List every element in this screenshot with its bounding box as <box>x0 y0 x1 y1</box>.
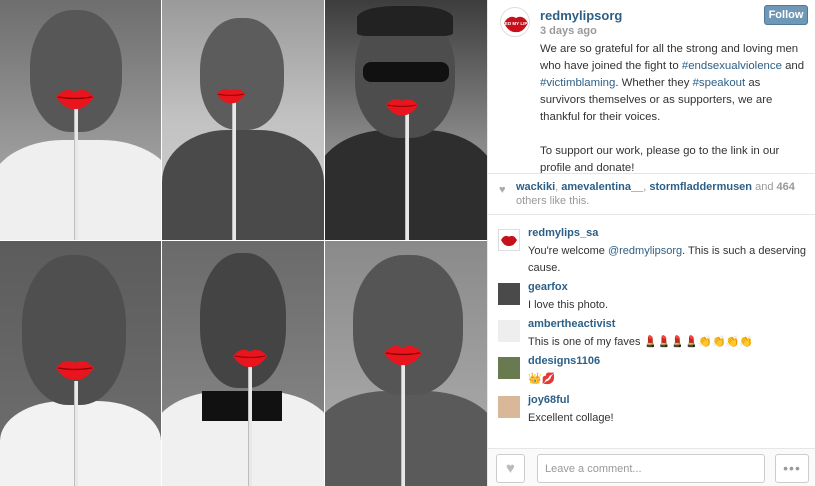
caption-text: To support our work, please go to the li… <box>540 145 780 174</box>
comments-list: redmylips_sa You're welcome @redmylipsor… <box>488 224 815 448</box>
comment-composer: ♥ ••• <box>488 448 815 486</box>
red-my-lips-logo: RED MY LIPS <box>502 16 530 33</box>
liker-link[interactable]: amevalentina__ <box>561 181 643 193</box>
hashtag-link[interactable]: #endsexualviolence <box>682 60 782 72</box>
likes-suffix: others like this. <box>516 195 590 207</box>
red-lips-icon <box>232 349 268 367</box>
likes-summary: ♥ wackiki, amevalentina__, stormfladderm… <box>488 173 815 215</box>
post-header: RED MY LIPS redmylipsorg 3 days ago Foll… <box>488 0 815 174</box>
red-lips-icon <box>216 88 246 104</box>
avatar[interactable] <box>498 283 520 305</box>
post-username[interactable]: redmylipsorg <box>540 8 622 23</box>
comment-item: joy68ful Excellent collage! <box>498 394 808 430</box>
likes-count[interactable]: 464 <box>777 181 795 193</box>
red-lips-icon <box>56 360 94 381</box>
comment-text: I love this photo. <box>528 299 609 311</box>
comment-item: redmylips_sa You're welcome @redmylipsor… <box>498 227 808 275</box>
collage-photo-3 <box>325 0 487 240</box>
comment-text: You're welcome @redmylipsorg. This is su… <box>528 243 810 277</box>
comment-username[interactable]: ambertheactivist <box>528 318 615 330</box>
collage-photo-6 <box>325 241 487 486</box>
comment-item: gearfox I love this photo. <box>498 281 808 317</box>
collage-photo-5 <box>162 241 324 486</box>
post-caption: We are so grateful for all the strong an… <box>540 41 808 194</box>
photo-collage[interactable] <box>0 0 487 486</box>
red-my-lips-logo <box>501 235 517 247</box>
collage-photo-1 <box>0 0 161 240</box>
collage-photo-2 <box>162 0 324 240</box>
ellipsis-icon: ••• <box>783 460 801 476</box>
collage-photo-4 <box>0 241 161 486</box>
comment-text: 👑💋 <box>528 373 556 385</box>
liker-link[interactable]: stormfladdermusen <box>649 181 752 193</box>
svg-text:RED MY LIPS: RED MY LIPS <box>502 21 530 26</box>
hashtag-link[interactable]: #speakout <box>693 77 746 89</box>
hashtag-link[interactable]: #victimblaming <box>540 77 615 89</box>
red-lips-icon <box>384 345 422 366</box>
avatar[interactable] <box>498 396 520 418</box>
heart-icon: ♥ <box>506 460 515 477</box>
avatar[interactable] <box>498 229 520 251</box>
avatar[interactable]: RED MY LIPS <box>500 7 530 37</box>
comment-username[interactable]: redmylips_sa <box>528 227 598 239</box>
separator: and <box>752 181 777 193</box>
comment-username[interactable]: gearfox <box>528 281 568 293</box>
avatar[interactable] <box>498 357 520 379</box>
avatar[interactable] <box>498 320 520 342</box>
heart-icon: ♥ <box>499 184 506 196</box>
mention-link[interactable]: @redmylipsorg <box>608 245 682 257</box>
comment-item: ambertheactivist This is one of my faves… <box>498 318 808 354</box>
post-timestamp[interactable]: 3 days ago <box>540 25 597 37</box>
caption-text: . Whether they <box>615 77 693 89</box>
comment-text: This is one of my faves 💄💄💄💄👏👏👏👏 <box>528 336 754 348</box>
comment-username[interactable]: joy68ful <box>528 394 570 406</box>
comment-input[interactable] <box>537 454 765 483</box>
comment-text: Excellent collage! <box>528 412 614 424</box>
comment-text-part: You're welcome <box>528 245 608 257</box>
comment-username[interactable]: ddesigns1106 <box>528 355 600 367</box>
red-lips-icon <box>56 89 94 110</box>
liker-link[interactable]: wackiki <box>516 181 555 193</box>
red-lips-icon <box>385 99 419 116</box>
comment-item: ddesigns1106 👑💋 <box>498 355 808 391</box>
post-panel: RED MY LIPS redmylipsorg 3 days ago Foll… <box>487 0 815 486</box>
caption-text: and <box>781 60 805 72</box>
like-button[interactable]: ♥ <box>496 454 525 483</box>
follow-button[interactable]: Follow <box>764 5 808 25</box>
more-options-button[interactable]: ••• <box>775 454 809 483</box>
